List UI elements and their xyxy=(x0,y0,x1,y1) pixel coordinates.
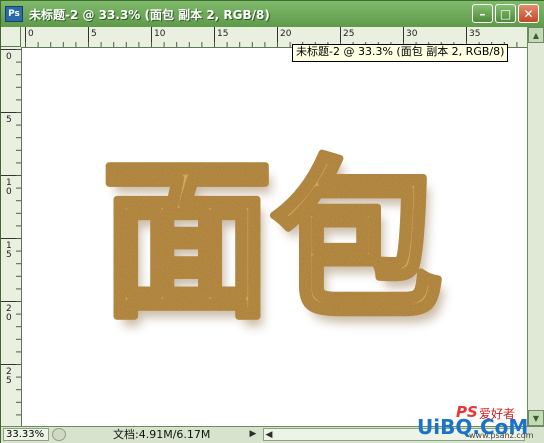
document-canvas[interactable]: 面包 面包 xyxy=(22,48,527,426)
scroll-down-button[interactable]: ▼ xyxy=(528,410,544,426)
ruler-label: 25 xyxy=(343,29,355,39)
window-controls: – □ ✕ xyxy=(472,4,539,23)
ruler-label: 30 xyxy=(406,29,418,39)
window-title: 未标题-2 @ 33.3% (面包 副本 2, RGB/8) xyxy=(29,7,270,22)
scroll-left-button[interactable]: ◀ xyxy=(264,429,274,442)
bread-text-layer: 面包 面包 xyxy=(98,140,448,352)
watermark-url: www.psahz.com xyxy=(469,431,534,440)
ruler-origin[interactable] xyxy=(1,27,21,47)
title-bar[interactable]: Ps 未标题-2 @ 33.3% (面包 副本 2, RGB/8) – □ ✕ xyxy=(1,1,544,27)
status-menu-arrow[interactable]: ▶ xyxy=(248,428,258,441)
vertical-scrollbar[interactable]: ▲ ▼ xyxy=(527,27,544,426)
scroll-up-button[interactable]: ▲ xyxy=(528,27,544,43)
maximize-button[interactable]: □ xyxy=(495,4,516,23)
ruler-label: 20 xyxy=(280,29,292,39)
layer-tooltip: 未标题-2 @ 33.3% (面包 副本 2, RGB/8) xyxy=(292,44,509,62)
ruler-label: 15 xyxy=(6,241,12,260)
document-window: Ps 未标题-2 @ 33.3% (面包 副本 2, RGB/8) – □ ✕ … xyxy=(0,0,544,443)
photoshop-icon: Ps xyxy=(5,6,23,22)
bread-text[interactable]: 面包 xyxy=(98,140,445,345)
ruler-label: 0 xyxy=(28,29,34,39)
ruler-label: 25 xyxy=(6,367,12,386)
ruler-label: 5 xyxy=(6,115,12,125)
ruler-label: 5 xyxy=(91,29,97,39)
ruler-label: 10 xyxy=(154,29,166,39)
close-button[interactable]: ✕ xyxy=(518,4,539,23)
zoom-icon[interactable] xyxy=(52,428,66,441)
ruler-label: 10 xyxy=(6,178,12,197)
ruler-label: 0 xyxy=(6,52,12,62)
document-info[interactable]: 文档:4.91M/6.17M xyxy=(113,428,210,441)
ruler-label: 15 xyxy=(217,29,229,39)
ruler-label: 35 xyxy=(469,29,481,39)
minimize-button[interactable]: – xyxy=(472,4,493,23)
ruler-label: 20 xyxy=(6,304,12,323)
zoom-field[interactable]: 33.33% xyxy=(3,428,49,441)
vertical-ruler[interactable]: 0 5 10 15 20 25 xyxy=(1,47,22,426)
